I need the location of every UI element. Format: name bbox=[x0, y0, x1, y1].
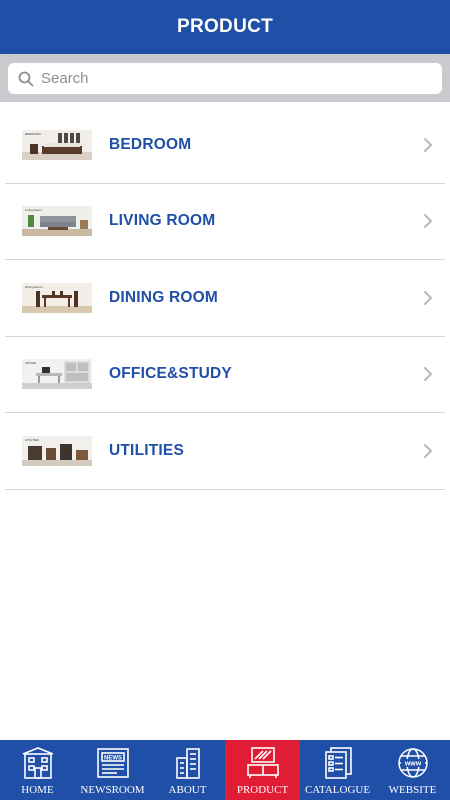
thumb-caption: OFFICE bbox=[25, 361, 36, 365]
office-study-thumbnail: OFFICE bbox=[22, 359, 92, 390]
category-label: BEDROOM bbox=[109, 135, 192, 153]
tab-about[interactable]: ABOUT bbox=[150, 740, 225, 800]
buildings-icon bbox=[175, 748, 200, 779]
svg-text:www: www bbox=[403, 761, 421, 768]
category-list: BEDROOM BEDROOM Living Room LIVING ROOM bbox=[5, 107, 445, 490]
thumb-caption: Living Room bbox=[25, 208, 42, 212]
catalogue-icon bbox=[324, 747, 352, 779]
dining-room-thumbnail: Dining Room bbox=[22, 282, 92, 313]
category-label: OFFICE&STUDY bbox=[109, 365, 232, 383]
tab-home[interactable]: HOME bbox=[0, 740, 75, 800]
living-room-thumbnail: Living Room bbox=[22, 206, 92, 237]
list-item-living-room[interactable]: Living Room LIVING ROOM bbox=[5, 184, 445, 260]
list-item-bedroom[interactable]: BEDROOM BEDROOM bbox=[5, 107, 445, 184]
bottom-tab-bar: HOME NEWS NEWSROOM ABOUT PRODUCT CATALOG… bbox=[0, 740, 450, 800]
tab-label: HOME bbox=[21, 784, 54, 796]
list-item-office-study[interactable]: OFFICE OFFICE&STUDY bbox=[5, 337, 445, 413]
search-icon bbox=[18, 71, 34, 86]
search-bar bbox=[0, 54, 450, 102]
category-label: DINING ROOM bbox=[109, 288, 218, 306]
tab-product[interactable]: PRODUCT bbox=[225, 740, 300, 800]
search-input[interactable] bbox=[41, 70, 421, 87]
globe-www-icon: www bbox=[397, 748, 428, 778]
top-nav-bar: PRODUCT bbox=[0, 0, 450, 54]
home-building-icon bbox=[22, 747, 53, 779]
news-icon: NEWS bbox=[96, 748, 129, 778]
tab-label: PRODUCT bbox=[236, 784, 289, 796]
tab-label: NEWSROOM bbox=[80, 784, 145, 796]
search-box[interactable] bbox=[8, 63, 442, 94]
tab-label: ABOUT bbox=[168, 784, 207, 796]
list-item-utilities[interactable]: UTILITIES UTILITIES bbox=[5, 413, 445, 490]
thumb-caption: UTILITIES bbox=[25, 438, 39, 442]
utilities-thumbnail: UTILITIES bbox=[22, 435, 92, 466]
list-item-dining-room[interactable]: Dining Room DINING ROOM bbox=[5, 260, 445, 337]
chevron-right-icon bbox=[424, 443, 432, 458]
tab-newsroom[interactable]: NEWS NEWSROOM bbox=[75, 740, 150, 800]
category-label: UTILITIES bbox=[109, 441, 184, 459]
chevron-right-icon bbox=[424, 214, 432, 229]
category-label: LIVING ROOM bbox=[109, 212, 216, 230]
bedroom-thumbnail: BEDROOM bbox=[22, 129, 92, 160]
tab-label: CATALOGUE bbox=[304, 784, 371, 796]
thumb-caption: Dining Room bbox=[25, 285, 43, 289]
page-title: PRODUCT bbox=[176, 16, 274, 37]
svg-text:NEWS: NEWS bbox=[104, 756, 122, 762]
tab-catalogue[interactable]: CATALOGUE bbox=[300, 740, 375, 800]
tv-furniture-icon bbox=[246, 747, 279, 778]
chevron-right-icon bbox=[424, 367, 432, 382]
chevron-right-icon bbox=[424, 137, 432, 152]
thumb-caption: BEDROOM bbox=[25, 132, 41, 136]
tab-label: WEBSITE bbox=[388, 784, 437, 796]
tab-website[interactable]: www WEBSITE bbox=[375, 740, 450, 800]
chevron-right-icon bbox=[424, 290, 432, 305]
